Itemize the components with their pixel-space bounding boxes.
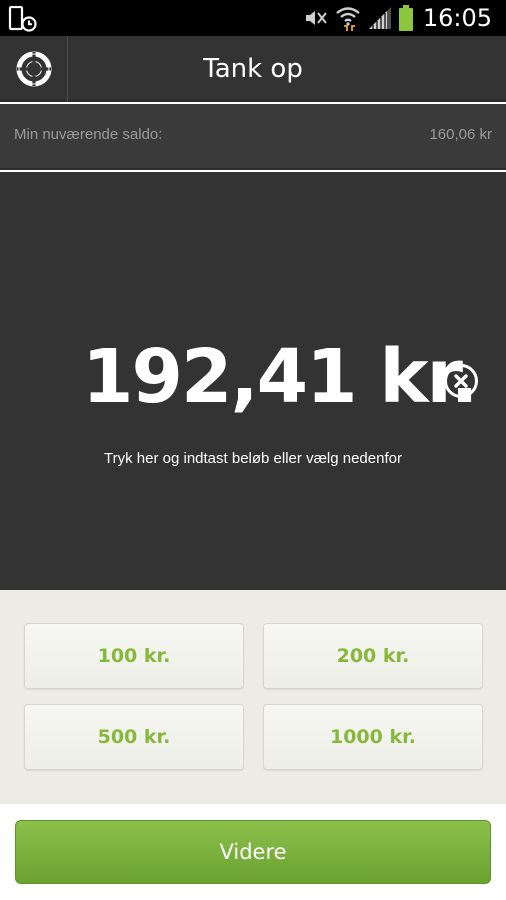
preset-button-100[interactable]: 100 kr. — [24, 623, 244, 689]
menu-button[interactable] — [0, 36, 68, 102]
page-title: Tank op — [203, 54, 303, 84]
lifebuoy-icon — [16, 51, 51, 87]
preset-button-500[interactable]: 500 kr. — [24, 704, 244, 770]
status-bar: 16:05 — [0, 0, 506, 36]
wifi-icon — [336, 7, 360, 31]
balance-value: 160,06 kr — [429, 126, 492, 143]
app-bar: Tank op — [0, 36, 506, 102]
amount-input-area[interactable]: 192,41 kr. Tryk her og indtast beløb ell… — [0, 172, 506, 590]
balance-row: Min nuværende saldo: 160,06 kr — [0, 104, 506, 170]
preset-button-1000[interactable]: 1000 kr. — [263, 704, 483, 770]
screenshot-icon — [8, 5, 38, 32]
next-button[interactable]: Videre — [15, 820, 491, 884]
amount-value[interactable]: 192,41 kr. — [82, 332, 479, 422]
preset-button-200[interactable]: 200 kr. — [263, 623, 483, 689]
clear-icon — [444, 364, 478, 398]
footer: Videre — [0, 804, 506, 900]
preset-amounts: 100 kr. 200 kr. 500 kr. 1000 kr. — [0, 590, 506, 804]
status-time: 16:05 — [422, 4, 492, 32]
amount-hint: Tryk her og indtast beløb eller vælg ned… — [104, 450, 402, 467]
balance-label: Min nuværende saldo: — [14, 126, 163, 143]
battery-icon — [398, 5, 413, 31]
clear-button[interactable] — [443, 363, 479, 399]
mute-icon — [305, 11, 327, 25]
signal-icon — [368, 7, 391, 29]
